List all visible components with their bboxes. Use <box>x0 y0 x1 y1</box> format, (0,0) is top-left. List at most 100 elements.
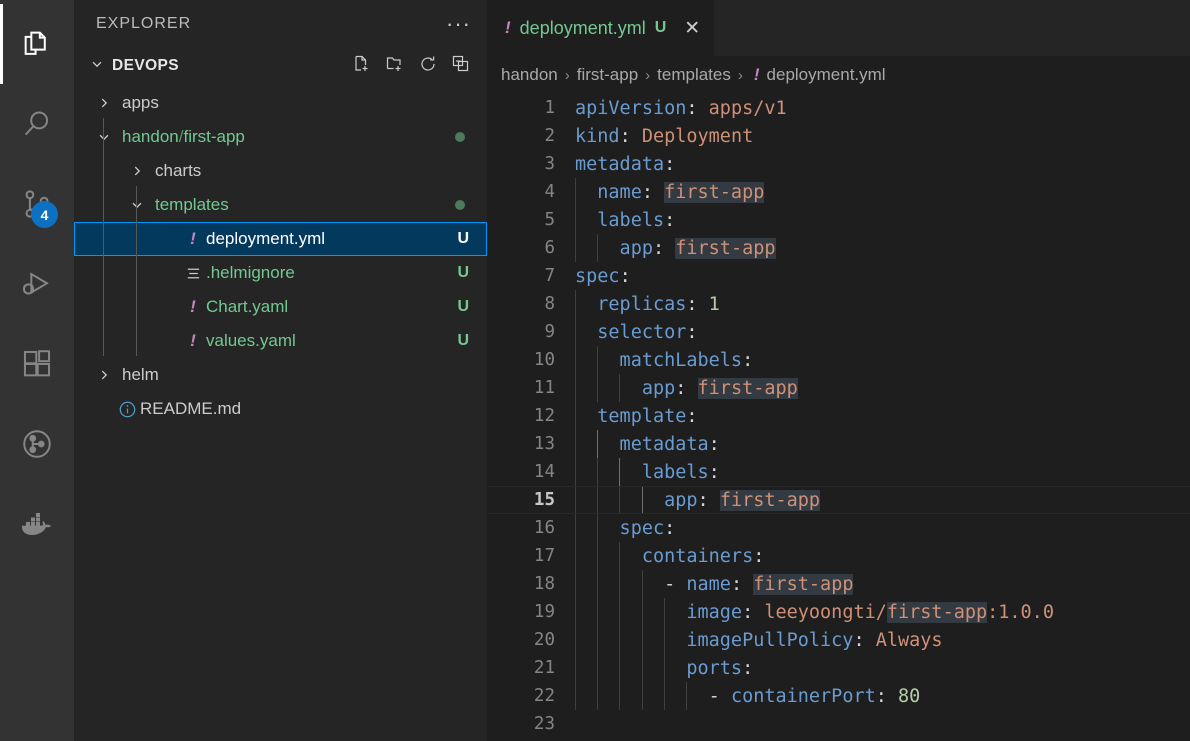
code-token: first-app <box>675 237 776 259</box>
code-token: first-app <box>886 601 988 623</box>
code-token: : <box>686 97 698 119</box>
code-token: first-app <box>697 377 798 399</box>
code-token: imagePullPolicy <box>575 629 854 651</box>
breadcrumb-item[interactable]: templates <box>657 65 731 85</box>
code-line[interactable]: 16 spec: <box>487 514 1190 542</box>
code-line[interactable]: 15 app: first-app <box>487 486 1190 514</box>
workspace-section-header[interactable]: DEVOPS <box>74 48 487 84</box>
line-number: 18 <box>533 574 555 594</box>
code-line[interactable]: 12 template: <box>487 402 1190 430</box>
activity-item-source-control[interactable]: 4 <box>0 164 74 244</box>
code-editor[interactable]: 1 apiVersion: apps/v1 2 kind: Deployment 3 me… <box>487 94 1190 741</box>
line-number: 5 <box>544 210 555 230</box>
new-file-icon[interactable] <box>352 54 372 79</box>
close-icon[interactable]: ✕ <box>684 19 700 38</box>
line-number: 19 <box>533 602 555 622</box>
ignore-file-icon <box>180 265 206 282</box>
code-line[interactable]: 11 app: first-app <box>487 374 1190 402</box>
breadcrumb: handon › first-app › templates ›! deployment.y… <box>487 56 1190 94</box>
activity-item-extensions[interactable] <box>0 324 74 404</box>
line-number: 11 <box>533 378 555 398</box>
code-line[interactable]: 13 metadata: <box>487 430 1190 458</box>
tree-item-label: .helmignore <box>206 263 295 282</box>
chevron-right-icon <box>94 368 114 382</box>
code-line[interactable]: 21 ports: <box>487 654 1190 682</box>
code-line[interactable]: 17 containers: <box>487 542 1190 570</box>
code-line[interactable]: 9 selector: <box>487 318 1190 346</box>
code-token: : <box>730 573 743 595</box>
activity-item-gitlens[interactable] <box>0 404 74 484</box>
code-token: : <box>686 405 698 427</box>
refresh-icon[interactable] <box>418 54 438 79</box>
chevron-down-icon <box>127 198 147 212</box>
line-number: 6 <box>544 238 555 258</box>
code-line[interactable]: 10 matchLabels: <box>487 346 1190 374</box>
tree-item-label: Chart.yaml <box>206 297 289 316</box>
editor-tab-deployment-yml[interactable]: ! deployment.yml U ✕ <box>487 0 716 56</box>
code-line[interactable]: 7 spec: <box>487 262 1190 290</box>
code-token: : <box>742 349 754 371</box>
chevron-right-icon <box>127 164 147 178</box>
code-text: labels: <box>569 462 720 483</box>
code-line[interactable]: 8 replicas: 1 <box>487 290 1190 318</box>
extensions-icon <box>20 347 54 381</box>
tree-folder-item[interactable]: apps <box>74 86 487 120</box>
line-number: 2 <box>544 126 555 146</box>
code-text: image: leeyoongti/first-app:1.0.0 <box>569 601 1054 623</box>
git-status-decoration: U <box>457 298 469 315</box>
tree-item-label: handon/first-app <box>122 127 245 146</box>
vscode-window: 4 EXPLORER ··· DEVOPS apps handon/first-… <box>0 0 1190 741</box>
code-token: : <box>664 517 676 539</box>
collapse-all-icon[interactable] <box>451 54 471 79</box>
code-line[interactable]: 18 - name: first-app <box>487 570 1190 598</box>
code-token: : <box>619 265 631 287</box>
code-line[interactable]: 22 - containerPort: 80 <box>487 682 1190 710</box>
code-token: : <box>708 461 720 483</box>
code-line[interactable]: 6 app: first-app <box>487 234 1190 262</box>
git-status-decoration: U <box>457 332 469 349</box>
breadcrumb-item[interactable]: first-app <box>577 65 638 85</box>
code-line[interactable]: 3 metadata: <box>487 150 1190 178</box>
code-token: metadata <box>575 433 709 455</box>
explorer-more-actions-icon[interactable]: ··· <box>446 13 471 35</box>
code-text: spec: <box>569 517 676 539</box>
code-line[interactable]: 4 name: first-app <box>487 178 1190 206</box>
activity-item-run-and-debug[interactable] <box>0 244 74 324</box>
code-token: - <box>575 685 731 707</box>
breadcrumb-item[interactable]: handon <box>501 65 558 85</box>
code-token: template <box>575 405 687 427</box>
code-line[interactable]: 20 imagePullPolicy: Always <box>487 626 1190 654</box>
yaml-icon: ! <box>505 18 511 37</box>
activity-item-explorer[interactable] <box>0 4 74 84</box>
breadcrumb-item[interactable]: deployment.yml <box>767 65 886 85</box>
code-line[interactable]: 2 kind: Deployment <box>487 122 1190 150</box>
code-line[interactable]: 23 <box>487 710 1190 738</box>
explorer-title: EXPLORER <box>96 15 192 32</box>
code-token: image <box>575 601 743 623</box>
tree-folder-item[interactable]: charts <box>74 154 487 188</box>
code-text: labels: <box>569 210 675 231</box>
tree-file-item[interactable]: README.md <box>74 392 487 426</box>
code-token: labels <box>575 209 665 231</box>
line-number: 23 <box>533 714 555 734</box>
tree-folder-item[interactable]: helm <box>74 358 487 392</box>
explorer-sidebar: EXPLORER ··· DEVOPS apps handon/first-ap… <box>74 0 487 741</box>
code-token: app <box>575 377 676 399</box>
code-line[interactable]: 5 labels: <box>487 206 1190 234</box>
line-number: 12 <box>533 406 555 426</box>
code-line[interactable]: 14 labels: <box>487 458 1190 486</box>
code-token: :1.0.0 <box>987 601 1054 623</box>
code-text: selector: <box>569 322 697 343</box>
code-line[interactable]: 19 image: leeyoongti/first-app:1.0.0 <box>487 598 1190 626</box>
code-line[interactable]: 1 apiVersion: apps/v1 <box>487 94 1190 122</box>
new-folder-icon[interactable] <box>385 54 405 79</box>
activity-item-docker[interactable] <box>0 484 74 564</box>
code-token: app <box>575 489 698 511</box>
code-lines: 1 apiVersion: apps/v1 2 kind: Deployment 3 me… <box>487 94 1190 741</box>
activity-item-search[interactable] <box>0 84 74 164</box>
line-number: 3 <box>544 154 555 174</box>
tree-folder-item[interactable]: handon/first-app <box>74 120 487 154</box>
